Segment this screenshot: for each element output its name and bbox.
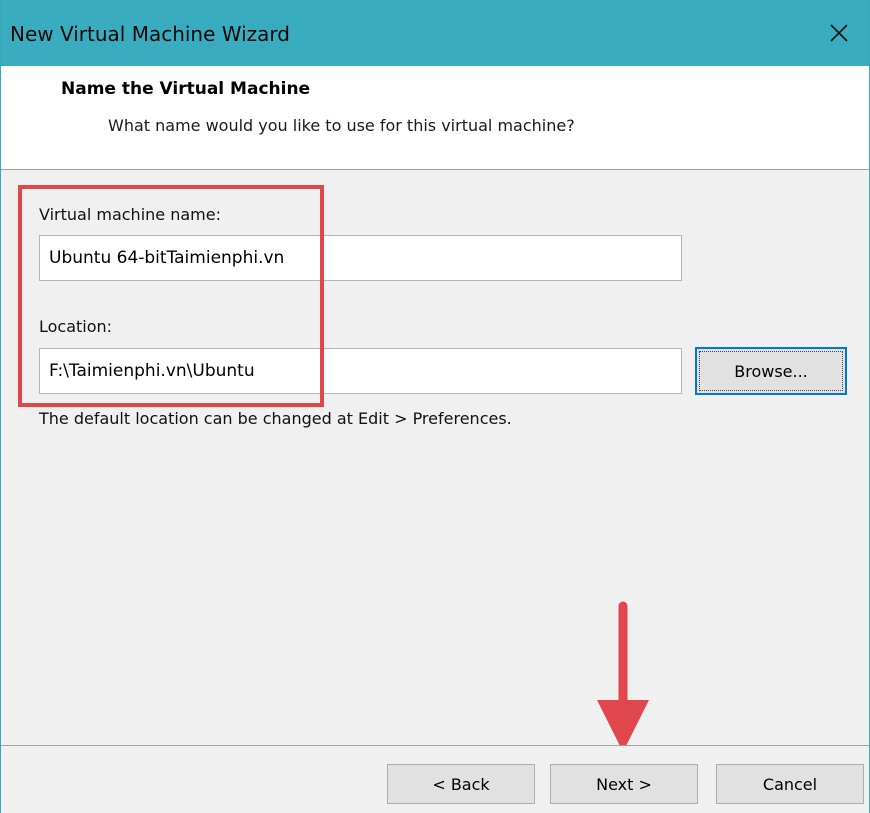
wizard-header: Name the Virtual Machine What name would… xyxy=(1,66,869,170)
vm-name-label: Virtual machine name: xyxy=(39,205,221,224)
browse-button-label: Browse... xyxy=(699,351,843,391)
page-title: Name the Virtual Machine xyxy=(61,79,311,99)
wizard-window: New Virtual Machine Wizard Name the Virt… xyxy=(0,0,870,813)
location-input[interactable] xyxy=(39,348,682,394)
page-subtitle: What name would you like to use for this… xyxy=(108,116,575,135)
back-button[interactable]: < Back xyxy=(387,764,535,804)
close-button[interactable] xyxy=(809,0,869,66)
wizard-footer: < Back Next > Cancel xyxy=(1,745,869,813)
wizard-content: Virtual machine name: Location: Browse..… xyxy=(1,171,869,745)
cancel-button[interactable]: Cancel xyxy=(716,764,864,804)
next-button[interactable]: Next > xyxy=(550,764,698,804)
location-hint: The default location can be changed at E… xyxy=(39,409,512,428)
window-title: New Virtual Machine Wizard xyxy=(10,22,290,46)
close-icon xyxy=(830,24,848,42)
vm-name-input[interactable] xyxy=(39,235,682,281)
location-label: Location: xyxy=(39,317,113,336)
title-bar: New Virtual Machine Wizard xyxy=(1,0,869,66)
browse-button[interactable]: Browse... xyxy=(695,347,847,395)
